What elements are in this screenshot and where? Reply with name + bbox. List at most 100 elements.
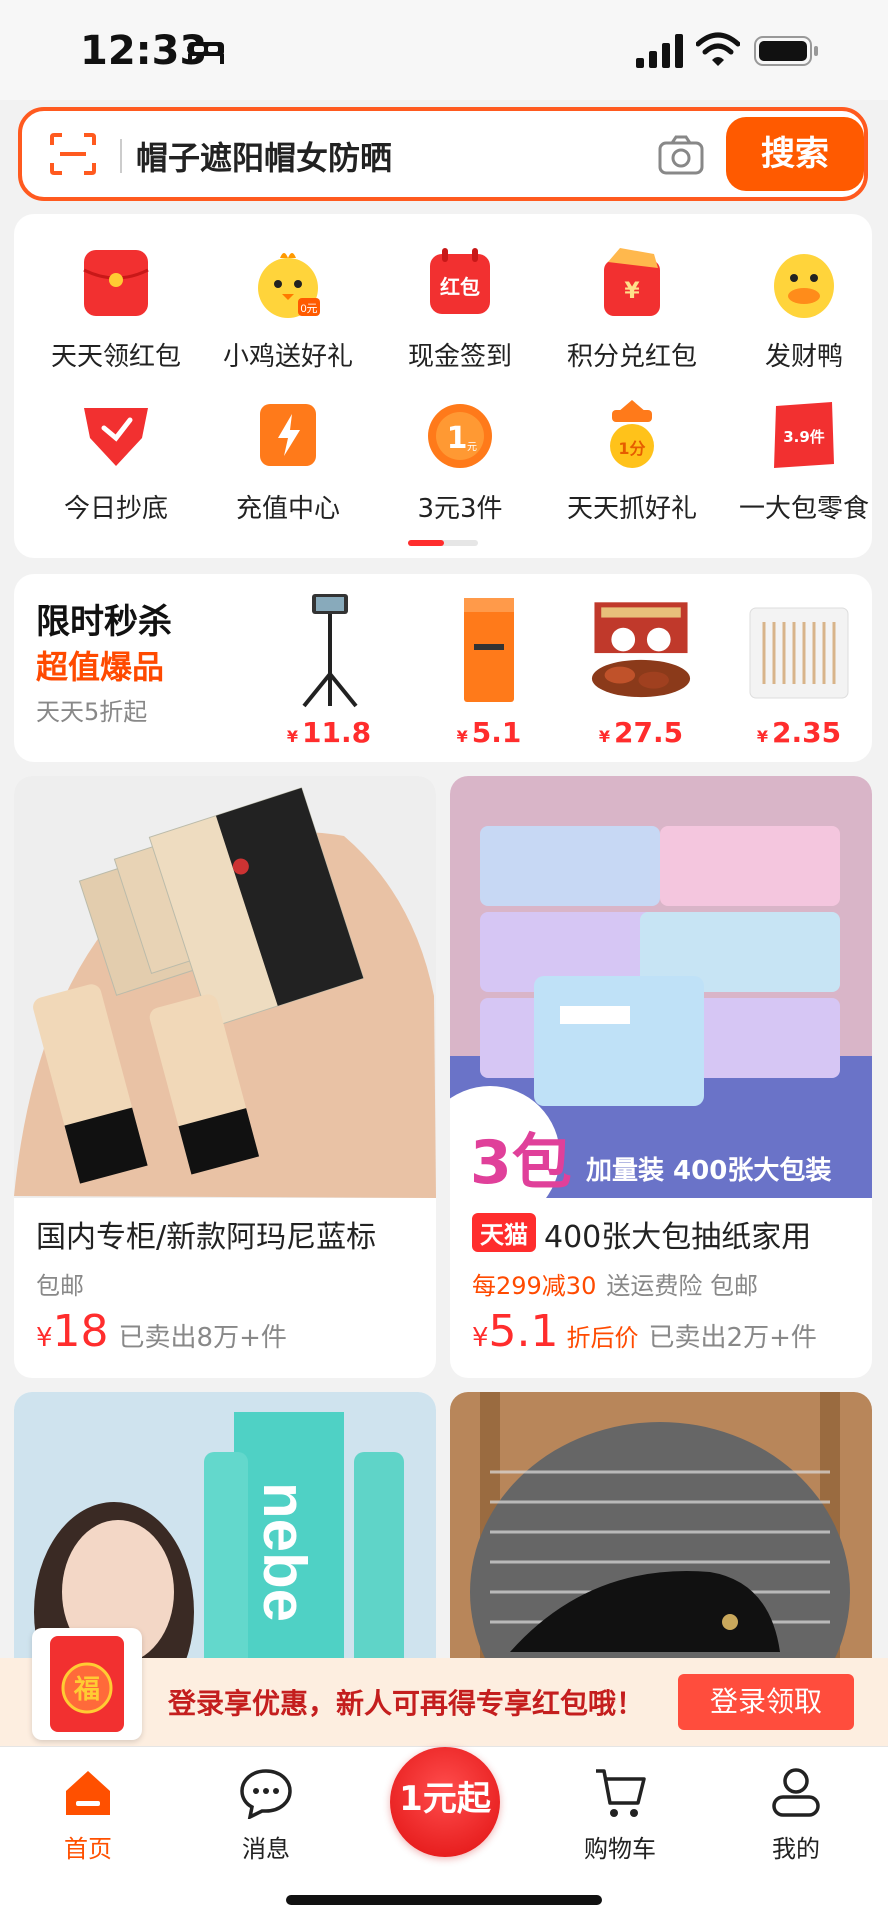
shortcut-grid: 天天领红包 0元 小鸡送好礼 红包 现金签到 ¥ 积分兑红包 发财鸭 今日抄底 … (14, 214, 872, 558)
flash-item-snack-gift-box[interactable]: ¥27.5 (566, 582, 706, 752)
shortcut-label: 小鸡送好礼 (222, 342, 353, 372)
shortcut-cash-checkin[interactable]: 红包 现金签到 (374, 226, 546, 372)
svg-text:0元: 0元 (300, 303, 317, 315)
shortcut-label: 发财鸭 (764, 342, 843, 372)
shortcut-label: 天天抓好礼 (566, 494, 697, 524)
search-divider (120, 139, 122, 173)
search-button[interactable]: 搜索 (726, 117, 864, 191)
login-banner[interactable]: 福 登录享优惠，新人可再得专享红包哦！ 登录领取 (0, 1628, 888, 1746)
shortcut-3yuan-3items[interactable]: 1 元 3元3件 (374, 378, 546, 524)
product-title: 天猫 400张大包抽纸家用 (472, 1212, 872, 1256)
svg-text:1: 1 (447, 421, 468, 456)
search-bar[interactable]: 帽子遮阳帽女防晒 搜索 (18, 107, 868, 201)
calendar-hongbao-icon: 红包 (430, 248, 490, 314)
camera-icon[interactable] (658, 135, 704, 175)
shortcut-label: 3元3件 (417, 494, 503, 524)
flash-sale-title: 限时秒杀 (36, 602, 172, 642)
tab-messages[interactable]: 消息 (206, 1757, 326, 1867)
down-arrow-bird-icon (84, 408, 148, 466)
product-card[interactable]: 3包 加量装 400张大包装 天猫 400张大包抽纸家用 每299减30 送运费险 … (450, 776, 872, 1378)
svg-text:元: 元 (467, 442, 477, 453)
battery-icon (754, 36, 818, 66)
product-price-line: ¥5.1 折后价 已卖出2万+件 (472, 1306, 817, 1357)
tab-label: 我的 (772, 1835, 820, 1863)
product-tags: 包邮 (36, 1272, 84, 1300)
shortcut-label: 积分兑红包 (566, 342, 697, 372)
snack-bag-icon: 3.9件 (774, 402, 834, 468)
flash-item-selfie-stick[interactable]: ¥11.8 (254, 582, 394, 752)
product-card[interactable]: 国内专柜/新款阿玛尼蓝标 包邮 ¥18 已卖出8万+件 (14, 776, 436, 1378)
chick-icon: 0元 (258, 253, 320, 318)
sleep-mode-icon (188, 42, 224, 64)
shortcut-label: 现金签到 (407, 342, 512, 372)
fu-envelope-icon: 福 (32, 1628, 142, 1740)
message-icon (240, 1769, 292, 1819)
overlay-pack-text: 加量装 400张大包装 (586, 1156, 832, 1186)
flash-item-price: ¥27.5 (598, 716, 684, 749)
tab-home[interactable]: 首页 (28, 1757, 148, 1867)
red-envelope-icon (83, 250, 149, 316)
svg-text:1分: 1分 (618, 439, 645, 458)
bottom-tab-bar: 首页 消息 1元起 购物车 我的 (0, 1746, 888, 1920)
tab-label: 购物车 (584, 1835, 656, 1863)
shortcut-big-snack[interactable]: 3.9件 一大包零食 (718, 378, 888, 524)
product-price-line: ¥18 已卖出8万+件 (36, 1306, 287, 1357)
product-price: 5.1 (488, 1306, 559, 1357)
claw-1fen-icon: 1分 (610, 400, 654, 468)
search-input[interactable]: 帽子遮阳帽女防晒 (136, 133, 392, 179)
tab-cart[interactable]: 购物车 (560, 1757, 680, 1867)
profile-icon (772, 1768, 820, 1817)
status-bar: 12:33 (0, 0, 888, 100)
login-claim-button[interactable]: 登录领取 (678, 1674, 854, 1730)
svg-text:3.9件: 3.9件 (783, 428, 825, 446)
cotton-swabs-image (749, 607, 849, 699)
shortcut-label: 一大包零食 (738, 494, 869, 524)
flash-item-price: ¥2.35 (756, 716, 842, 749)
wifi-icon (696, 32, 740, 66)
selfie-stick-image (302, 594, 358, 708)
shortcut-label: 今日抄底 (63, 494, 168, 524)
shortcut-recharge-center[interactable]: 充值中心 (202, 378, 374, 524)
product-sold-count: 已卖出8万+件 (118, 1323, 287, 1353)
svg-text:nebe: nebe (251, 1482, 318, 1622)
shortcut-lucky-duck[interactable]: 发财鸭 (718, 226, 888, 372)
tab-profile[interactable]: 我的 (736, 1757, 856, 1867)
product-sold-count: 已卖出2万+件 (648, 1323, 817, 1353)
coin-1yuan-icon: 1 元 (428, 404, 492, 468)
tissue-box-image (464, 598, 514, 702)
product-tags: 每299减30 送运费险 包邮 (472, 1272, 758, 1300)
duck-icon (774, 254, 834, 318)
product-image-cosmetics (14, 776, 436, 1198)
overlay-pack-count: 3包 (470, 1128, 572, 1198)
flash-sale-subtitle: 超值爆品 (36, 648, 165, 686)
lightning-icon (260, 404, 316, 466)
tab-1yuan-promo[interactable]: 1元起 (390, 1747, 500, 1857)
shortcut-daily-red-envelope[interactable]: 天天领红包 (30, 226, 202, 372)
cart-icon (596, 1769, 646, 1817)
shortcut-label: 天天领红包 (50, 342, 181, 372)
shortcut-points-envelope[interactable]: ¥ 积分兑红包 (546, 226, 718, 372)
snack-gift-box-image (591, 602, 691, 698)
shortcut-today-bottom[interactable]: 今日抄底 (30, 378, 202, 524)
yuan-envelope-icon: ¥ (604, 248, 660, 316)
shortcut-chick-gift[interactable]: 0元 小鸡送好礼 (202, 226, 374, 372)
product-price: 18 (52, 1306, 109, 1357)
product-card[interactable] (450, 1392, 872, 1692)
shortcut-daily-claw[interactable]: 1分 天天抓好礼 (546, 378, 718, 524)
tmall-badge: 天猫 (472, 1213, 536, 1252)
calendar-text: 红包 (440, 275, 480, 299)
home-indicator (286, 1895, 602, 1905)
product-title: 国内专柜/新款阿玛尼蓝标 (36, 1220, 377, 1255)
svg-text:¥: ¥ (624, 279, 640, 304)
product-image-tweed-coat (450, 1392, 872, 1692)
cellular-signal-icon (636, 34, 683, 68)
flash-sale-card[interactable]: 限时秒杀 超值爆品 天天5折起 ¥11.8 ¥5.1 ¥27.5 ¥ 2.35 (14, 574, 872, 762)
login-banner-text: 登录享优惠，新人可再得专享红包哦！ (168, 1687, 645, 1720)
flash-item-tissue-box[interactable]: ¥5.1 (414, 582, 554, 752)
flash-sale-caption: 天天5折起 (36, 698, 148, 726)
grid-page-indicator (408, 540, 478, 546)
flash-item-price: ¥5.1 (456, 716, 522, 749)
flash-item-cotton-swabs[interactable]: ¥2.35 (724, 582, 864, 752)
scan-icon[interactable] (50, 133, 96, 175)
flash-item-price: ¥11.8 (286, 716, 372, 749)
